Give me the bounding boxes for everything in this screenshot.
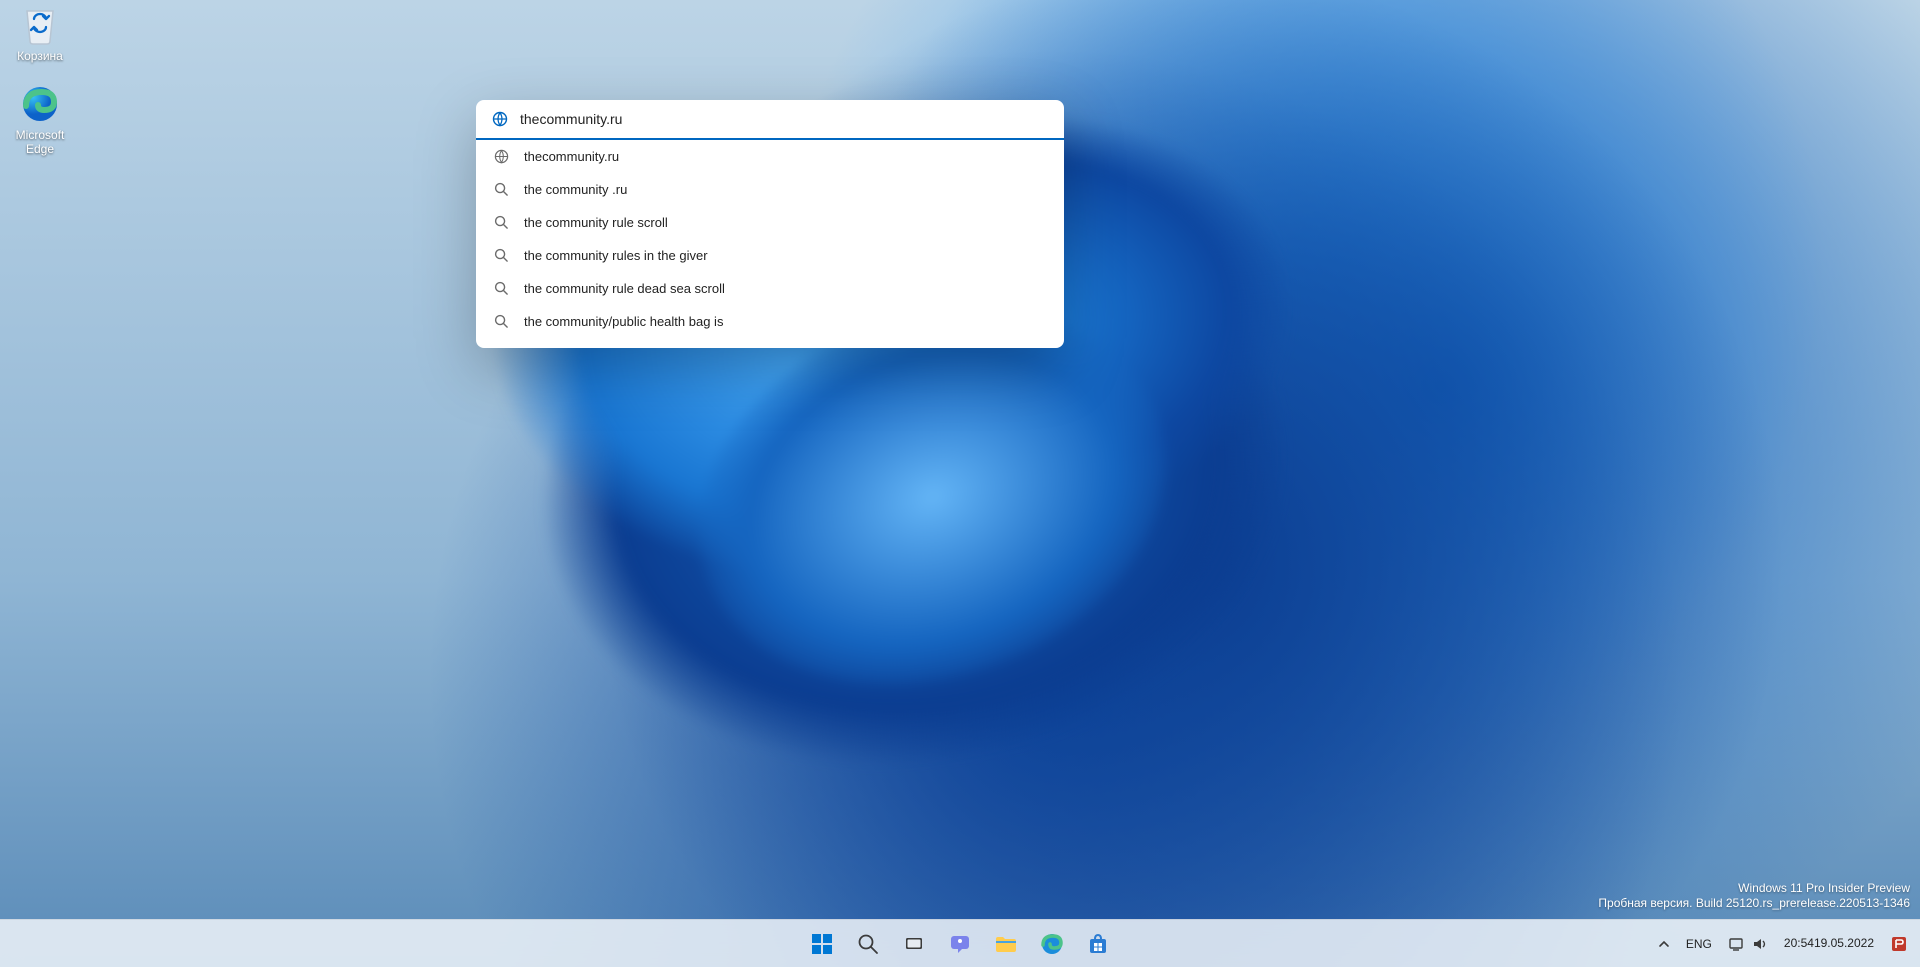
watermark-line2: Пробная версия. Build 25120.rs_prereleas… [1598, 896, 1910, 912]
desktop-icon-edge[interactable]: Microsoft Edge [2, 82, 78, 157]
start-button[interactable] [802, 924, 842, 964]
watermark-line1: Windows 11 Pro Insider Preview [1598, 881, 1910, 897]
desktop-icon-label: Корзина [2, 49, 78, 63]
search-input-row[interactable] [476, 100, 1064, 140]
taskbar-search-button[interactable] [848, 924, 888, 964]
network-icon [1728, 936, 1744, 952]
folder-icon [994, 932, 1018, 956]
clock-time: 20:54 [1784, 937, 1814, 951]
system-tray: ENG 20:54 19.05.2022 [1652, 920, 1914, 967]
desktop-icon-label: Microsoft Edge [2, 128, 78, 157]
clock-date: 19.05.2022 [1814, 937, 1874, 951]
network-button[interactable] [1722, 924, 1774, 964]
edge-taskbar-button[interactable] [1032, 924, 1072, 964]
volume-icon [1752, 936, 1768, 952]
search-input[interactable] [520, 111, 1048, 127]
windows-icon [810, 932, 834, 956]
desktop-watermark: Windows 11 Pro Insider Preview Пробная в… [1598, 881, 1910, 912]
suggestion-text: the community rules in the giver [524, 248, 708, 263]
store-button[interactable] [1078, 924, 1118, 964]
globe-icon [492, 149, 510, 164]
search-icon [492, 182, 510, 197]
task-view-button[interactable] [894, 924, 934, 964]
edge-icon [18, 82, 62, 126]
store-icon [1086, 932, 1110, 956]
task-view-icon [903, 933, 925, 955]
file-explorer-button[interactable] [986, 924, 1026, 964]
language-indicator[interactable]: ENG [1680, 924, 1718, 964]
search-suggestion[interactable]: thecommunity.ru [476, 140, 1064, 173]
edge-icon [1040, 932, 1064, 956]
search-suggestion[interactable]: the community rule dead sea scroll [476, 272, 1064, 305]
recycle-bin-icon [18, 3, 62, 47]
desktop-icon-recycle-bin[interactable]: Корзина [2, 3, 78, 63]
notifications-button[interactable] [1884, 924, 1914, 964]
search-suggestion[interactable]: the community rules in the giver [476, 239, 1064, 272]
clock-button[interactable]: 20:54 19.05.2022 [1778, 924, 1880, 964]
search-suggestion[interactable]: the community rule scroll [476, 206, 1064, 239]
search-suggestion[interactable]: the community .ru [476, 173, 1064, 206]
language-label: ENG [1686, 937, 1712, 951]
tray-chevron-button[interactable] [1652, 924, 1676, 964]
search-icon [492, 248, 510, 263]
globe-icon [492, 111, 508, 127]
search-icon [492, 314, 510, 329]
search-suggestion[interactable]: the community/public health bag is [476, 305, 1064, 338]
suggestion-text: the community .ru [524, 182, 627, 197]
insider-icon [1890, 935, 1908, 953]
search-icon [857, 933, 879, 955]
suggestion-text: the community rule scroll [524, 215, 668, 230]
suggestion-text: the community rule dead sea scroll [524, 281, 725, 296]
suggestion-text: thecommunity.ru [524, 149, 619, 164]
chat-button[interactable] [940, 924, 980, 964]
search-flyout: thecommunity.ru the community .ru the comm… [476, 100, 1064, 348]
chat-icon [948, 932, 972, 956]
chevron-up-icon [1658, 938, 1670, 950]
search-icon [492, 281, 510, 296]
search-icon [492, 215, 510, 230]
suggestion-text: the community/public health bag is [524, 314, 723, 329]
taskbar: ENG 20:54 19.05.2022 [0, 919, 1920, 967]
taskbar-center [802, 924, 1118, 964]
